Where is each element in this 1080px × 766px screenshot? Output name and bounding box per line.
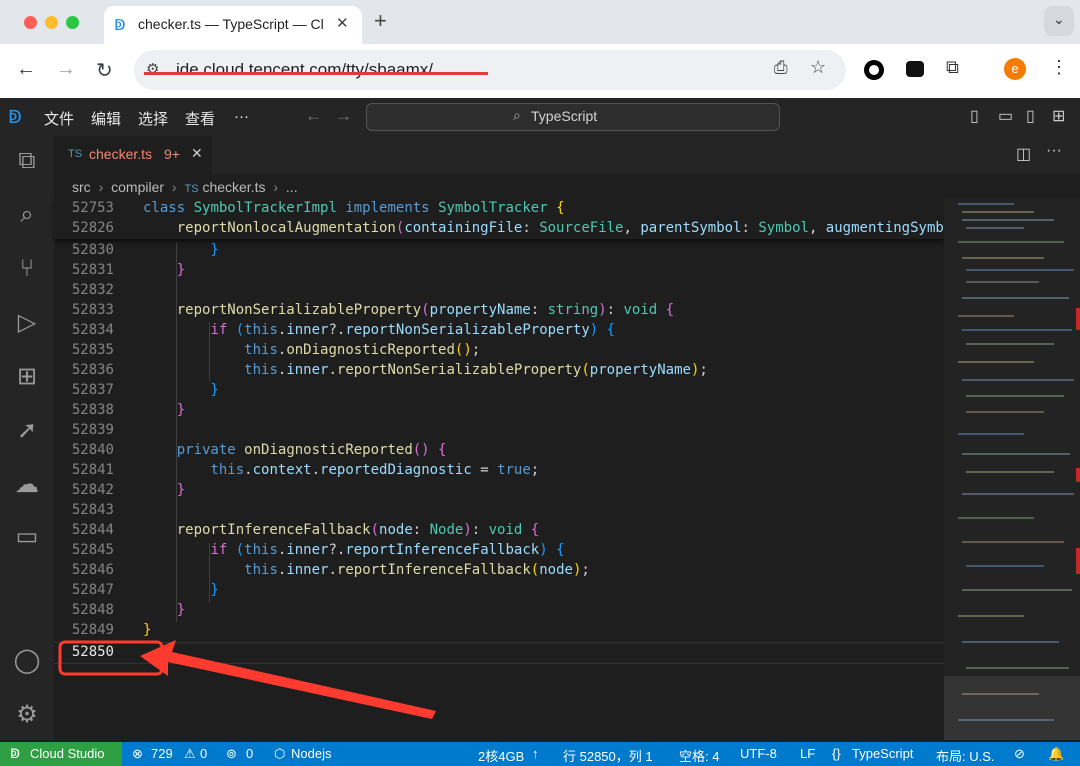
annotation-arrow — [140, 640, 436, 719]
error-count[interactable]: 729 — [151, 746, 173, 761]
warning-count[interactable]: 0 — [200, 746, 207, 761]
feedback-icon[interactable]: ⊘ — [1014, 746, 1025, 762]
braces-icon: {} — [832, 746, 841, 761]
cursor-position[interactable]: 行 52850，列 1 — [563, 746, 653, 765]
error-icon[interactable]: ⊗ — [132, 746, 143, 762]
cloud-studio-logo-icon: ↁ — [10, 746, 21, 761]
warning-icon[interactable]: ⚠ — [184, 746, 196, 762]
keyboard-layout[interactable]: 布局: U.S. — [936, 746, 995, 765]
language-mode[interactable]: TypeScript — [852, 746, 913, 761]
remote-label: Cloud Studio — [30, 746, 105, 761]
environment-label[interactable]: Nodejs — [291, 746, 331, 761]
indentation-setting[interactable]: 空格: 4 — [679, 746, 719, 765]
ports-icon[interactable]: ⊚ — [226, 746, 237, 762]
status-bar: ↁ Cloud Studio ⊗ 729 ⚠ 0 ⊚ 0 ⬡ Nodejs 2核… — [0, 742, 1080, 766]
upload-icon: ↑ — [532, 746, 539, 761]
resource-usage[interactable]: 2核4GB — [478, 746, 524, 765]
notifications-bell-icon[interactable]: 🔔 — [1048, 746, 1064, 762]
ports-count[interactable]: 0 — [246, 746, 253, 761]
encoding-setting[interactable]: UTF-8 — [740, 746, 777, 761]
environment-icon: ⬡ — [274, 746, 286, 761]
annotation-overlay — [58, 640, 436, 719]
remote-indicator[interactable]: ↁ Cloud Studio — [0, 742, 122, 766]
eol-setting[interactable]: LF — [800, 746, 815, 761]
